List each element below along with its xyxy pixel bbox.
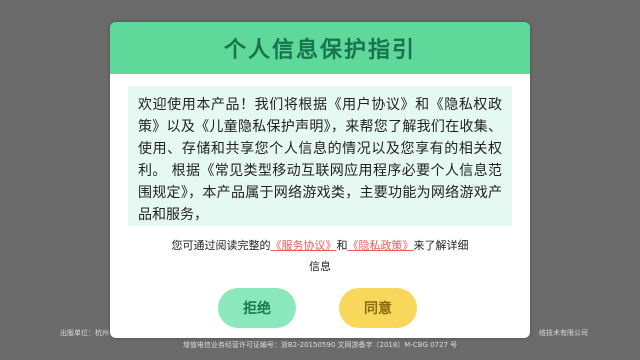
dialog-title: 个人信息保护指引 — [223, 38, 416, 63]
privacy-policy-link[interactable]: 《隐私政策》 — [348, 239, 414, 252]
consent-line: 您可通过阅读完整的《服务协议》和《隐私政策》来了解详细 — [110, 238, 530, 254]
consent-suffix: 来了解详细 — [413, 239, 469, 252]
privacy-dialog: 个人信息保护指引 欢迎使用本产品！我们将根据《用户协议》和《隐私权政策》以及《儿… — [110, 22, 530, 338]
consent-prefix: 您可通过阅读完整的 — [171, 239, 271, 252]
agree-button[interactable]: 同意 — [339, 288, 417, 328]
reject-button[interactable]: 拒绝 — [218, 288, 296, 328]
dialog-body-panel[interactable]: 欢迎使用本产品！我们将根据《用户协议》和《隐私权政策》以及《儿童隐私保护声明》，… — [128, 86, 512, 226]
service-agreement-link[interactable]: 《服务协议》 — [271, 239, 337, 252]
dialog-header: 个人信息保护指引 — [110, 22, 530, 74]
footer-company-right: 络技术有限公司 — [539, 329, 588, 337]
footer-publisher-left: 出版单位：杭州 — [60, 329, 109, 337]
footer-license-line: 增值电信业务经营许可证编号：浙B2-20150590 文网游备字〔2018〕M-… — [182, 341, 458, 349]
consent-and: 和 — [336, 239, 348, 252]
dialog-body-text: 欢迎使用本产品！我们将根据《用户协议》和《隐私权政策》以及《儿童隐私保护声明》，… — [138, 97, 502, 223]
consent-line-2: 信息 — [309, 260, 331, 273]
